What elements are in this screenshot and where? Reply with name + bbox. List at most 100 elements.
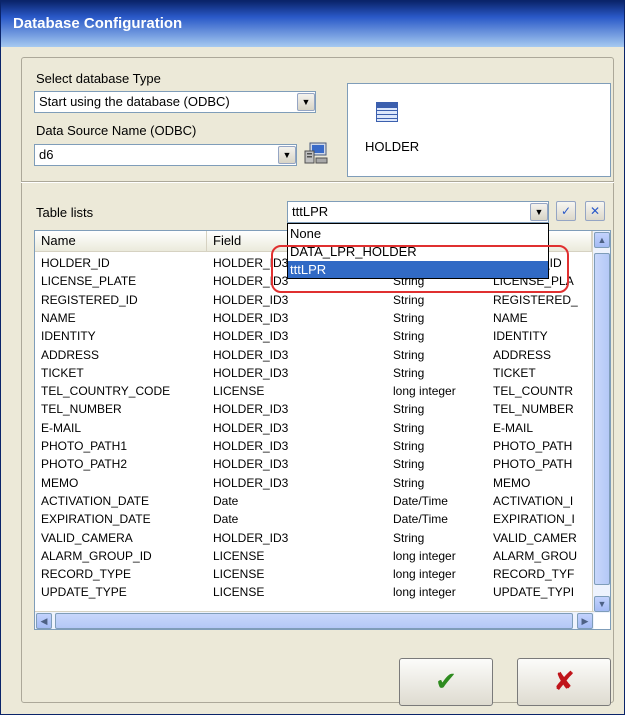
- table-row[interactable]: IDENTITY HOLDER_ID3 String IDENTITY: [35, 327, 592, 345]
- cell-type: String: [393, 475, 425, 490]
- table-row[interactable]: UPDATE_TYPE LICENSE long integer UPDATE_TYP…: [35, 583, 592, 601]
- separator: [21, 181, 614, 183]
- cell-name: REGISTERED_ID: [41, 292, 138, 307]
- table-row[interactable]: TEL_NUMBER HOLDER_ID3 String TEL_NUMBER: [35, 400, 592, 418]
- table-row[interactable]: TEL_COUNTRY_CODE LICENSE long integer TEL_C…: [35, 382, 592, 400]
- cell-type: String: [393, 420, 425, 435]
- table-row[interactable]: PHOTO_PATH1 HOLDER_ID3 String PHOTO_PATH: [35, 437, 592, 455]
- cell-type: String: [393, 329, 425, 344]
- table-row[interactable]: MEMO HOLDER_ID3 String MEMO: [35, 474, 592, 492]
- cell-name: HOLDER_ID: [41, 256, 110, 270]
- chevron-down-icon[interactable]: ▼: [278, 146, 296, 164]
- table-row[interactable]: VALID_CAMERA HOLDER_ID3 String VALID_CAMER: [35, 529, 592, 547]
- cell-alias: RECORD_TYF: [493, 567, 575, 582]
- scroll-left-icon[interactable]: ◀: [36, 613, 52, 629]
- scroll-thumb[interactable]: [55, 613, 573, 629]
- table-grid-icon: [376, 102, 398, 122]
- cell-alias: TEL_COUNTR: [493, 384, 574, 399]
- cell-alias: MEMO: [493, 475, 531, 490]
- cell-alias: IDENTITY: [493, 329, 548, 344]
- cell-type: String: [393, 310, 425, 325]
- cell-type: Date/Time: [393, 493, 448, 508]
- cell-field: Date: [213, 512, 239, 527]
- cell-name: EXPIRATION_DATE: [41, 512, 151, 527]
- cell-name: UPDATE_TYPE: [41, 585, 127, 600]
- cell-type: long integer: [393, 384, 456, 399]
- cell-name: RECORD_TYPE: [41, 567, 132, 582]
- cell-field: HOLDER_ID3: [213, 365, 289, 380]
- table-preview: HOLDER: [347, 83, 611, 177]
- cell-field: HOLDER_ID3: [213, 530, 289, 545]
- checkmark-icon: ✔: [435, 666, 457, 696]
- remove-table-icon[interactable]: ✕: [585, 201, 605, 221]
- window-title: Database Configuration: [13, 15, 183, 32]
- table-lists-label: Table lists: [36, 205, 94, 220]
- table-row[interactable]: NAME HOLDER_ID3 String NAME: [35, 309, 592, 327]
- cell-name: ALARM_GROUP_ID: [41, 548, 152, 563]
- cell-alias: ADDRESS: [493, 347, 552, 362]
- dsn-select[interactable]: d6 ▼: [34, 144, 297, 166]
- scroll-down-icon[interactable]: ▼: [594, 596, 610, 612]
- table-row[interactable]: ACTIVATION_DATE Date Date/Time ACTIVATION_I: [35, 492, 592, 510]
- annotation-highlight: [271, 245, 569, 293]
- cell-field: HOLDER_ID3: [213, 457, 289, 472]
- table-lists-select[interactable]: tttLPR ▼: [287, 201, 549, 223]
- ok-button[interactable]: ✔: [399, 658, 493, 706]
- cell-name: NAME: [41, 310, 76, 325]
- db-type-label: Select database Type: [36, 71, 161, 86]
- cell-alias: ACTIVATION_I: [493, 493, 574, 508]
- cell-type: String: [393, 292, 425, 307]
- table-row[interactable]: ALARM_GROUP_ID LICENSE long integer ALARM_G…: [35, 547, 592, 565]
- database-configuration-window: Database Configuration Select database T…: [0, 0, 625, 715]
- table-row[interactable]: ADDRESS HOLDER_ID3 String ADDRESS: [35, 346, 592, 364]
- cell-alias: PHOTO_PATH: [493, 457, 573, 472]
- cell-field: HOLDER_ID3: [213, 439, 289, 453]
- cell-field: LICENSE: [213, 567, 265, 582]
- cell-field: LICENSE: [213, 548, 265, 563]
- table-row[interactable]: EXPIRATION_DATE Date Date/Time EXPIRATION_I: [35, 510, 592, 528]
- cell-name: TICKET: [41, 365, 84, 380]
- title-bar[interactable]: Database Configuration: [1, 1, 624, 47]
- cell-alias: REGISTERED_: [493, 292, 578, 307]
- cell-type: String: [393, 347, 425, 362]
- cell-type: String: [393, 402, 425, 417]
- cell-alias: NAME: [493, 310, 528, 325]
- cell-alias: EXPIRATION_I: [493, 512, 575, 527]
- table-row[interactable]: PHOTO_PATH2 HOLDER_ID3 String PHOTO_PATH: [35, 455, 592, 473]
- cell-name: LICENSE_PLATE: [41, 274, 137, 289]
- cell-name: PHOTO_PATH1: [41, 439, 128, 453]
- scroll-right-icon[interactable]: ▶: [577, 613, 593, 629]
- column-header-name[interactable]: Name: [35, 231, 207, 251]
- odbc-admin-icon[interactable]: [304, 142, 328, 164]
- cell-type: long integer: [393, 567, 456, 582]
- cell-field: HOLDER_ID3: [213, 310, 289, 325]
- table-row[interactable]: E-MAIL HOLDER_ID3 String E-MAIL: [35, 419, 592, 437]
- db-type-value: Start using the database (ODBC): [39, 94, 230, 109]
- cell-field: HOLDER_ID3: [213, 402, 289, 417]
- preview-table-name: HOLDER: [365, 139, 420, 154]
- scroll-up-icon[interactable]: ▲: [594, 232, 610, 248]
- chevron-down-icon[interactable]: ▼: [297, 93, 315, 111]
- scroll-thumb[interactable]: [594, 253, 610, 585]
- horizontal-scrollbar[interactable]: ◀ ▶: [35, 611, 594, 629]
- close-icon: ✘: [553, 666, 575, 696]
- cell-type: String: [393, 457, 425, 472]
- cell-name: PHOTO_PATH2: [41, 457, 128, 472]
- cell-alias: PHOTO_PATH: [493, 439, 573, 453]
- cancel-button[interactable]: ✘: [517, 658, 611, 706]
- cell-type: String: [393, 365, 425, 380]
- cell-name: MEMO: [41, 475, 79, 490]
- table-row[interactable]: TICKET HOLDER_ID3 String TICKET: [35, 364, 592, 382]
- chevron-down-icon[interactable]: ▼: [530, 203, 548, 221]
- cell-type: String: [393, 530, 425, 545]
- vertical-scrollbar[interactable]: ▲ ▼: [592, 231, 610, 613]
- table-row[interactable]: REGISTERED_ID HOLDER_ID3 String REGISTERED_: [35, 291, 592, 309]
- table-row[interactable]: RECORD_TYPE LICENSE long integer RECORD_TYF: [35, 565, 592, 583]
- cell-field: Date: [213, 493, 239, 508]
- dsn-label: Data Source Name (ODBC): [36, 123, 197, 138]
- cell-alias: TICKET: [493, 365, 536, 380]
- cell-name: ADDRESS: [41, 347, 100, 362]
- db-type-select[interactable]: Start using the database (ODBC) ▼: [34, 91, 316, 113]
- add-table-icon[interactable]: ✓: [556, 201, 576, 221]
- dropdown-option-none[interactable]: None: [288, 225, 548, 242]
